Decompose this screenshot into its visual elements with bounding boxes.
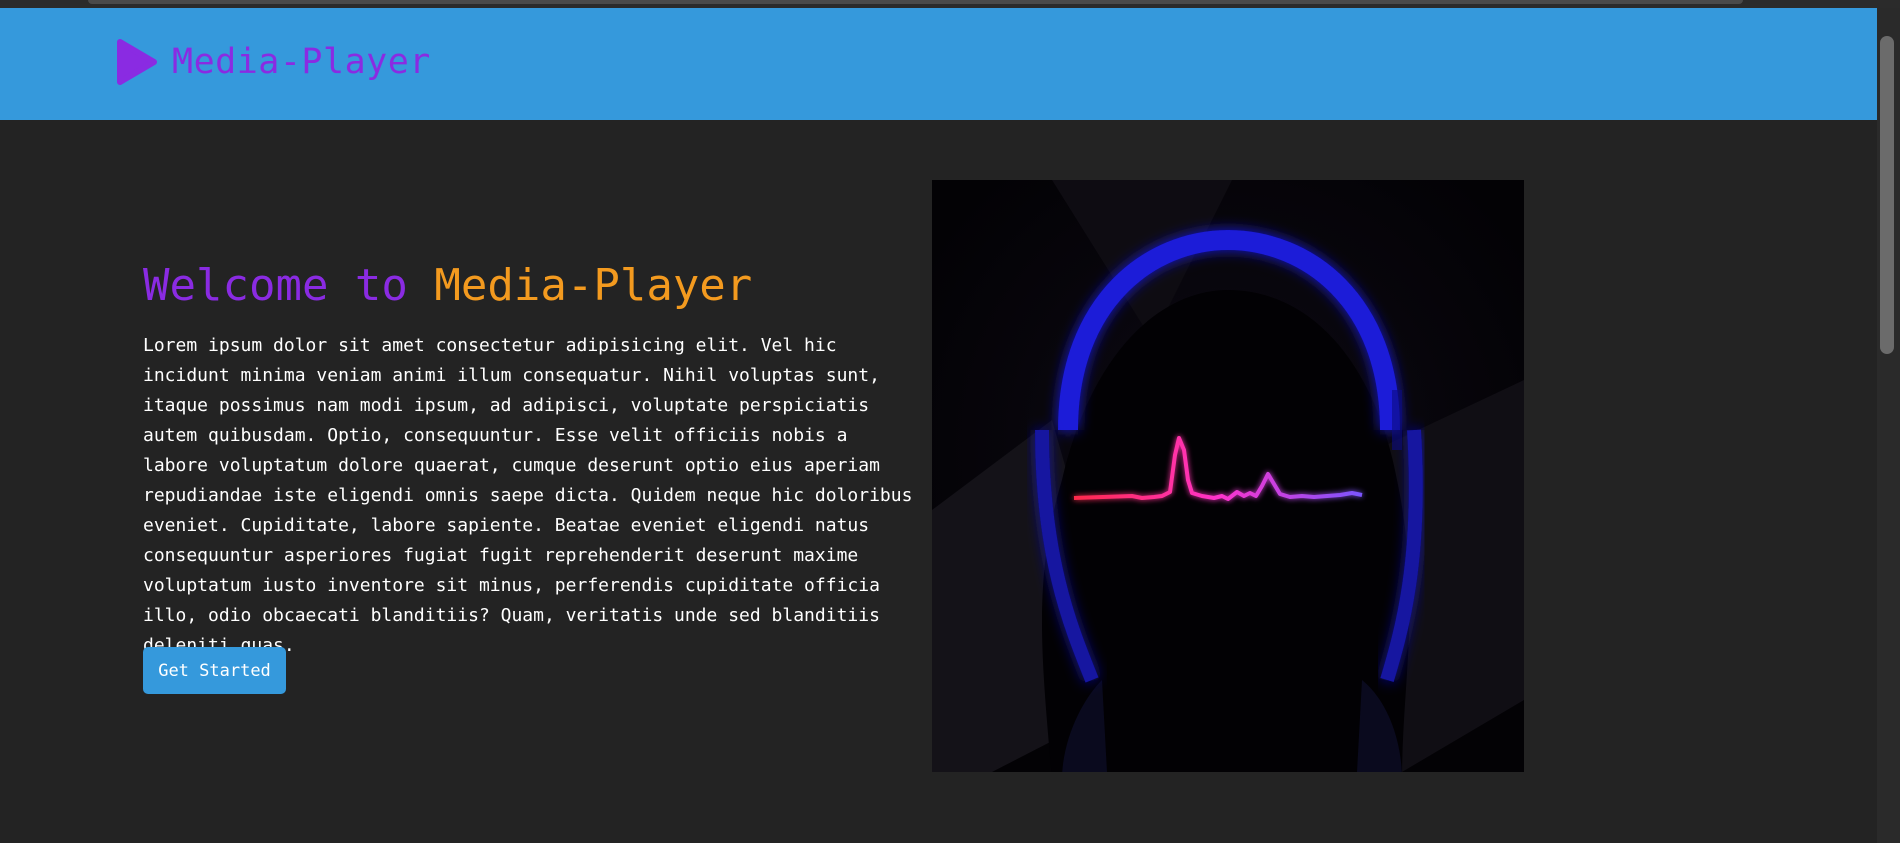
hero-section: Welcome to Media-Player Lorem ipsum dolo… (143, 255, 913, 679)
brand-logo[interactable]: Media-Player (116, 38, 431, 86)
browser-top-edge (0, 0, 1900, 8)
headphones-heartbeat-illustration (932, 180, 1524, 772)
brand-name: Media-Player (172, 42, 431, 82)
play-icon (117, 39, 157, 85)
scrollbar-thumb[interactable] (1880, 36, 1894, 354)
hero-title-welcome: Welcome to (143, 260, 435, 311)
hero-title: Welcome to Media-Player (143, 255, 913, 317)
get-started-button[interactable]: Get Started (143, 647, 286, 694)
address-bar-edge (88, 0, 1743, 4)
headphones-heartbeat-image (932, 180, 1524, 772)
site-header: Media-Player (0, 8, 1877, 120)
hero-title-brand: Media-Player (434, 260, 753, 311)
hero-description: Lorem ipsum dolor sit amet consectetur a… (143, 335, 913, 656)
